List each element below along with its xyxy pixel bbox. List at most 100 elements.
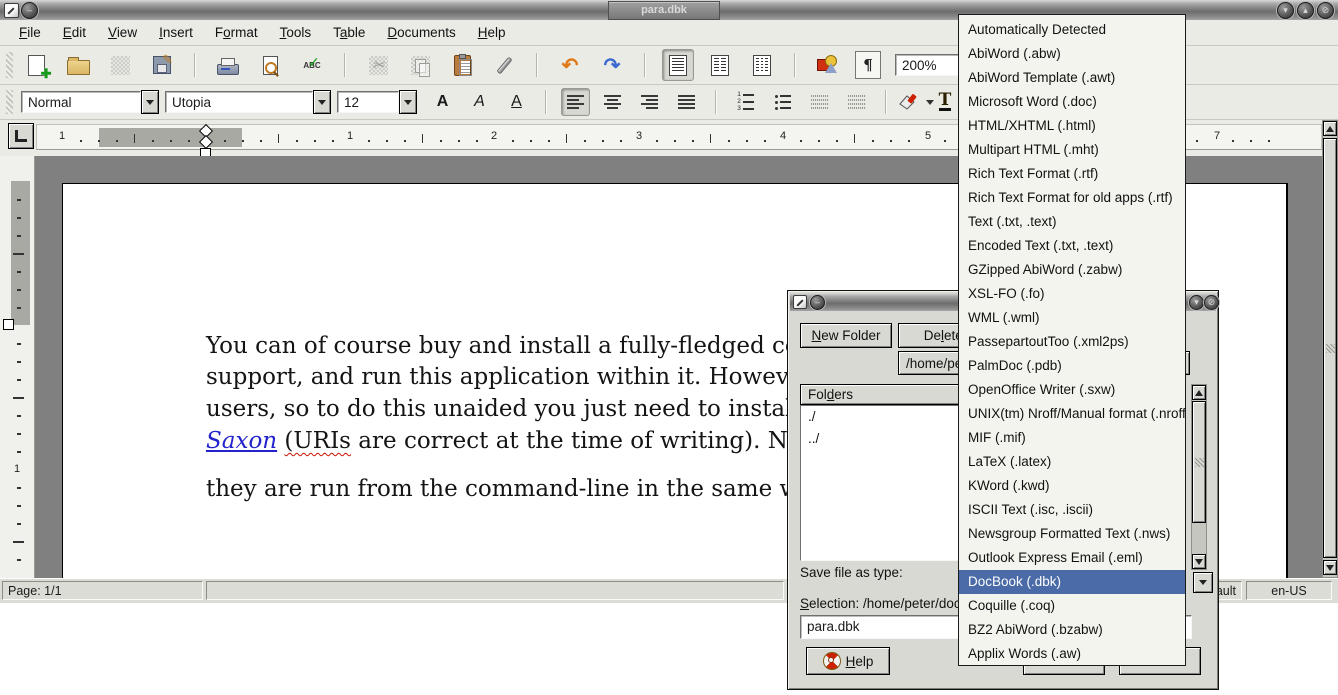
style-value[interactable]: Normal [21, 91, 141, 113]
vertical-scrollbar[interactable] [1322, 120, 1338, 578]
toolbar-grip[interactable] [6, 52, 13, 79]
help-button[interactable]: Help [806, 647, 890, 675]
vertical-ruler[interactable]: 1 [0, 156, 35, 578]
format-option[interactable]: GZipped AbiWord (.zabw) [959, 258, 1185, 282]
view-2-columns-button[interactable] [705, 50, 735, 80]
paste-button[interactable] [447, 50, 477, 80]
print-button[interactable] [213, 50, 243, 80]
minimize-icon[interactable]: ▾ [1189, 295, 1204, 310]
format-option[interactable]: MIF (.mif) [959, 426, 1185, 450]
stylus-button[interactable] [489, 50, 519, 80]
align-justify-button[interactable] [673, 89, 700, 115]
menu-documents[interactable]: Documents [376, 25, 466, 40]
scroll-down-icon[interactable] [1323, 560, 1337, 575]
file-type-dropdown-arrow[interactable] [1193, 572, 1213, 593]
highlight-color-button[interactable] [902, 89, 929, 115]
numbered-list-button[interactable]: 123 [732, 89, 759, 115]
open-folder-button[interactable] [63, 50, 93, 80]
format-option[interactable]: Multipart HTML (.mht) [959, 138, 1185, 162]
underline-button[interactable]: A [503, 89, 530, 115]
print-preview-button[interactable] [255, 50, 285, 80]
format-option[interactable]: Newsgroup Formatted Text (.nws) [959, 522, 1185, 546]
save-as-button[interactable]: ✎ [147, 50, 177, 80]
files-scrollbar[interactable] [1191, 384, 1207, 570]
menu-format[interactable]: Format [204, 25, 269, 40]
format-option[interactable]: DocBook (.dbk) [959, 570, 1185, 594]
font-size-value[interactable]: 12 [337, 91, 399, 113]
menu-insert[interactable]: Insert [148, 25, 204, 40]
scroll-up-icon[interactable] [1192, 385, 1206, 400]
format-option[interactable]: ISCII Text (.isc, .iscii) [959, 498, 1185, 522]
format-option[interactable]: WML (.wml) [959, 306, 1185, 330]
scrollbar-thumb[interactable] [1323, 138, 1337, 558]
font-dropdown-arrow[interactable] [313, 90, 331, 114]
format-option[interactable]: AbiWord Template (.awt) [959, 66, 1185, 90]
insert-shapes-button[interactable] [813, 50, 843, 80]
bullet-list-button[interactable] [769, 89, 796, 115]
menu-help[interactable]: Help [467, 25, 517, 40]
format-option[interactable]: PalmDoc (.pdb) [959, 354, 1185, 378]
undo-button[interactable]: ↶ [555, 50, 585, 80]
minimize-icon[interactable]: ▾ [1277, 2, 1294, 19]
ruler-tick [512, 140, 514, 142]
format-option[interactable]: Automatically Detected [959, 18, 1185, 42]
show-paragraphs-button[interactable]: ¶ [855, 51, 881, 79]
scroll-down-icon[interactable] [1192, 554, 1206, 569]
font-size-dropdown-arrow[interactable] [399, 90, 417, 114]
menu-table[interactable]: Table [322, 25, 376, 40]
format-option[interactable]: HTML/XHTML (.html) [959, 114, 1185, 138]
spellcheck-button[interactable]: ABC✓ [297, 50, 327, 80]
saxon-link[interactable]: Saxon [206, 428, 277, 454]
insert-shapes-icon [817, 55, 839, 75]
document-line: support, and run this application within… [206, 364, 826, 390]
format-option[interactable]: Rich Text Format for old apps (.rtf) [959, 186, 1185, 210]
italic-button[interactable]: A [466, 89, 493, 115]
align-center-button[interactable] [599, 89, 626, 115]
format-option[interactable]: OpenOffice Writer (.sxw) [959, 378, 1185, 402]
new-folder-button[interactable]: New Folder [800, 323, 892, 348]
maximize-icon[interactable]: ▴ [1297, 2, 1314, 19]
redo-button[interactable]: ↷ [597, 50, 627, 80]
format-option[interactable]: Coquille (.coq) [959, 594, 1185, 618]
scrollbar-thumb[interactable] [1192, 401, 1206, 523]
format-option[interactable]: AbiWord (.abw) [959, 42, 1185, 66]
format-option[interactable]: Microsoft Word (.doc) [959, 90, 1185, 114]
align-right-button[interactable] [636, 89, 663, 115]
view-3-columns-button[interactable] [747, 50, 777, 80]
format-option[interactable]: KWord (.kwd) [959, 474, 1185, 498]
bold-button[interactable]: A [429, 89, 456, 115]
format-buttons: AAA123T [429, 89, 966, 115]
format-option[interactable]: BZ2 AbiWord (.bzabw) [959, 618, 1185, 642]
format-option[interactable]: Applix Words (.aw) [959, 642, 1185, 666]
tab-selector-button[interactable] [8, 123, 34, 149]
format-option[interactable]: UNIX(tm) Nroff/Manual format (.nroff) [959, 402, 1185, 426]
format-option[interactable]: Outlook Express Email (.eml) [959, 546, 1185, 570]
menu-tools[interactable]: Tools [269, 25, 323, 40]
menu-file[interactable]: File [8, 25, 52, 40]
new-document-button[interactable]: ✚ [21, 50, 51, 80]
scroll-up-icon[interactable] [1323, 121, 1337, 136]
format-option[interactable]: LaTeX (.latex) [959, 450, 1185, 474]
close-icon[interactable]: ⊘ [1204, 295, 1219, 310]
chevron-down-icon[interactable] [926, 100, 934, 105]
style-dropdown-arrow[interactable] [141, 90, 159, 114]
ruler-tick [440, 140, 442, 142]
align-left-button[interactable] [562, 89, 589, 115]
ruler-tick [368, 140, 370, 142]
font-value[interactable]: Utopia [165, 91, 313, 113]
toolbar-grip[interactable] [6, 90, 13, 114]
format-option[interactable]: Encoded Text (.txt, .text) [959, 234, 1185, 258]
language-indicator[interactable]: en-US [1246, 581, 1332, 600]
close-icon[interactable]: ⊘ [1317, 2, 1334, 19]
menu-view[interactable]: View [97, 25, 148, 40]
top-margin-marker[interactable] [3, 319, 14, 330]
screen: – para.dbk ▾ ▴ ⊘ FileEditViewInsertForma… [0, 0, 1338, 695]
format-option[interactable]: Rich Text Format (.rtf) [959, 162, 1185, 186]
menu-edit[interactable]: Edit [52, 25, 97, 40]
format-option[interactable]: XSL-FO (.fo) [959, 282, 1185, 306]
format-option[interactable]: Text (.txt, .text) [959, 210, 1185, 234]
view-1-column-button[interactable] [663, 50, 693, 80]
format-option[interactable]: PassepartoutToo (.xml2ps) [959, 330, 1185, 354]
shade-icon[interactable]: – [21, 2, 38, 19]
shade-icon[interactable]: – [810, 295, 825, 310]
